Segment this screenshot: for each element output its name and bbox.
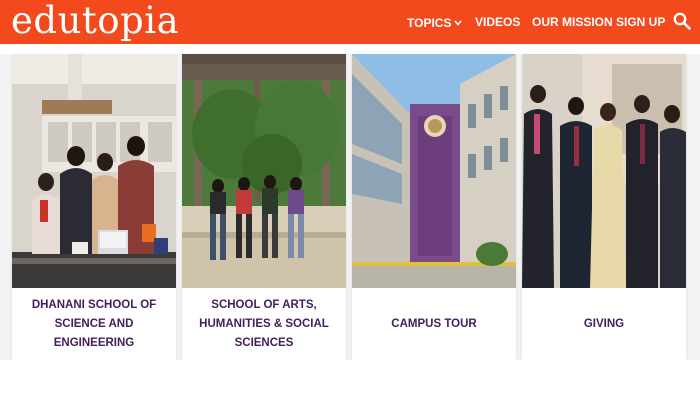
- nav-topics-label: TOPICS: [407, 16, 452, 30]
- nav-topics[interactable]: TOPICS: [407, 0, 463, 44]
- chevron-down-icon: [454, 0, 463, 44]
- card-dhanani-school[interactable]: DHANANI SCHOOL OF SCIENCE AND ENGINEERIN…: [12, 54, 176, 360]
- students-sitting-outdoors-photo: [182, 54, 346, 288]
- card-arts-humanities[interactable]: SCHOOL OF ARTS, HUMANITIES & SOCIAL SCIE…: [182, 54, 346, 360]
- card-label: SCHOOL OF ARTS, HUMANITIES & SOCIAL SCIE…: [199, 298, 329, 349]
- card-label: GIVING: [583, 317, 625, 330]
- card-label: CAMPUS TOUR: [391, 317, 477, 330]
- search-icon[interactable]: [673, 12, 691, 30]
- card-giving[interactable]: GIVING: [522, 54, 686, 360]
- nav-our-mission[interactable]: OUR MISSION: [532, 0, 613, 44]
- site-header: edutopia TOPICS VIDEOS OUR MISSION SIGN …: [0, 0, 700, 44]
- edutopia-logo[interactable]: edutopia: [11, 0, 179, 43]
- nav-sign-up[interactable]: SIGN UP: [616, 0, 665, 44]
- campus-building-photo: [352, 54, 516, 288]
- students-in-science-lab-photo: [12, 54, 176, 288]
- page-bottom-area: [0, 360, 700, 400]
- nav-videos[interactable]: VIDEOS: [475, 0, 520, 44]
- donors-group-photo: [522, 54, 686, 288]
- card-label: DHANANI SCHOOL OF SCIENCE AND ENGINEERIN…: [31, 298, 157, 349]
- card-campus-tour[interactable]: CAMPUS TOUR: [352, 54, 516, 360]
